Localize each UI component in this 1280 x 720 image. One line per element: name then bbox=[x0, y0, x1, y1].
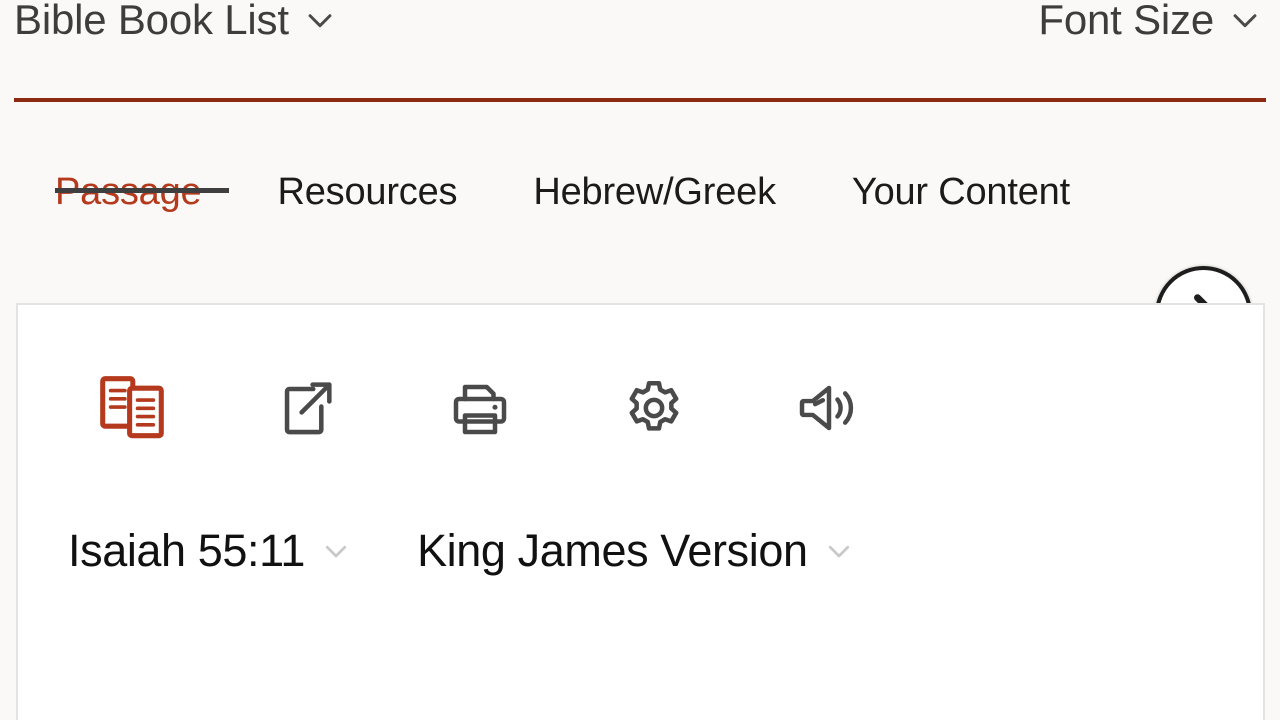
tab-resources-label: Resources bbox=[277, 171, 458, 213]
print-icon bbox=[444, 372, 516, 444]
speaker-icon bbox=[792, 371, 866, 445]
tab-hebrew-greek[interactable]: Hebrew/Greek bbox=[533, 168, 776, 216]
bible-version-dropdown[interactable]: King James Version bbox=[417, 523, 854, 579]
parallel-view-button[interactable] bbox=[87, 360, 177, 456]
bible-book-list-dropdown[interactable]: Bible Book List bbox=[14, 0, 337, 46]
passage-selector-row: Isaiah 55:11 King James Version bbox=[18, 523, 854, 579]
share-icon bbox=[271, 373, 341, 443]
chevron-down-icon bbox=[321, 536, 351, 566]
top-header-bar: Bible Book List Font Size bbox=[0, 0, 1280, 100]
bible-book-list-label: Bible Book List bbox=[14, 0, 289, 43]
tab-hebrew-greek-label: Hebrew/Greek bbox=[533, 171, 776, 213]
tab-your-content[interactable]: Your Content bbox=[852, 168, 1070, 216]
tab-your-content-label: Your Content bbox=[851, 171, 1070, 213]
print-button[interactable] bbox=[435, 360, 525, 456]
parallel-view-icon bbox=[94, 370, 170, 446]
tab-bar: Passage Resources Hebrew/Greek Your Cont… bbox=[0, 110, 1280, 303]
header-divider-rule bbox=[14, 98, 1266, 102]
bible-version-value: King James Version bbox=[417, 525, 808, 576]
tab-next-button[interactable] bbox=[1155, 266, 1252, 303]
gear-icon bbox=[619, 373, 689, 443]
chevron-down-icon bbox=[303, 3, 337, 37]
listen-button[interactable] bbox=[784, 360, 874, 456]
font-size-dropdown[interactable]: Font Size bbox=[1038, 0, 1262, 46]
chevron-down-icon bbox=[824, 536, 854, 566]
share-button[interactable] bbox=[261, 360, 351, 456]
settings-button[interactable] bbox=[609, 360, 699, 456]
passage-content-panel: Isaiah 55:11 King James Version bbox=[16, 303, 1265, 720]
passage-action-toolbar bbox=[18, 360, 1263, 460]
passage-reference-value: Isaiah 55:11 bbox=[68, 525, 306, 576]
chevron-right-icon bbox=[1178, 289, 1230, 303]
tab-resources[interactable]: Resources bbox=[277, 168, 457, 216]
chevron-down-icon bbox=[1228, 3, 1262, 37]
font-size-label: Font Size bbox=[1038, 0, 1214, 43]
active-tab-underline bbox=[55, 188, 229, 193]
passage-reference-dropdown[interactable]: Isaiah 55:11 bbox=[68, 523, 351, 579]
